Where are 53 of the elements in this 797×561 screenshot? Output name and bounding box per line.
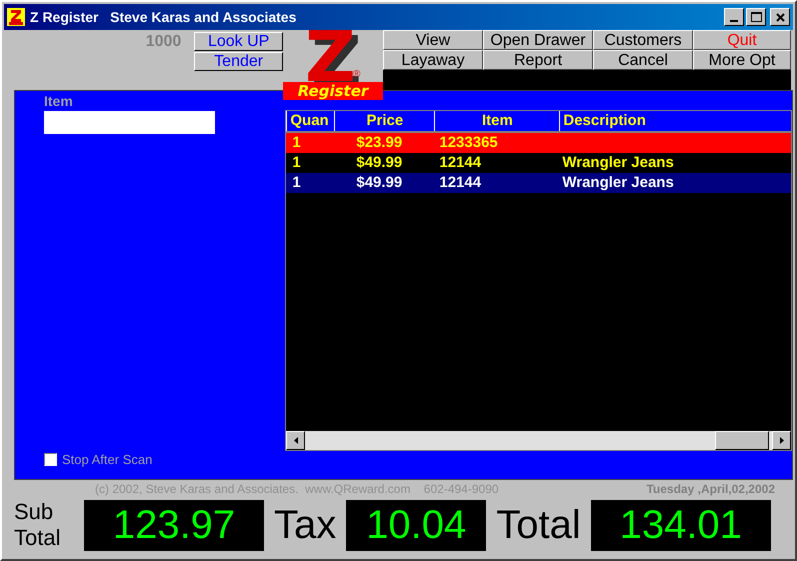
table-cell-text: $23.99 [355, 133, 404, 153]
table-cell-text: $49.99 [355, 173, 404, 193]
item-field[interactable] [44, 111, 215, 134]
table-cell-text: 1 [291, 133, 302, 153]
menu-button[interactable]: Cancel [593, 50, 693, 70]
table-cell-text: $49.99 [355, 153, 404, 173]
date-text: Tuesday ,April,02,2002 [646, 481, 775, 498]
maximize-icon [750, 12, 762, 22]
column-header[interactable]: Quan [286, 111, 334, 131]
menu-button[interactable]: Customers [593, 30, 693, 50]
table-cell-text: 1233365 [438, 133, 499, 153]
close-button[interactable] [770, 8, 790, 26]
scroll-right-button[interactable] [772, 431, 791, 450]
window-title: Z Register Steve Karas and Associates [30, 8, 296, 27]
right-arrow-icon [780, 437, 784, 444]
amount-display: 123.97 [84, 500, 264, 550]
app-icon [7, 8, 25, 26]
menu-button[interactable]: Layaway [383, 50, 483, 70]
horizontal-scrollbar[interactable] [286, 431, 791, 450]
total-label: Sub Total [14, 499, 62, 551]
register-logo: Z® Register [283, 30, 383, 100]
total-label: Total [495, 503, 582, 547]
table-cell-text: 12144 [438, 173, 482, 193]
amount-display: 134.01 [590, 500, 771, 550]
minimize-icon [730, 20, 738, 22]
column-header[interactable]: Item [434, 111, 560, 131]
scroll-left-button[interactable] [286, 431, 306, 450]
menu-button[interactable]: More Opt [693, 50, 791, 70]
minimize-button[interactable] [724, 8, 744, 26]
column-header[interactable]: Description [559, 111, 791, 131]
amount-display: 10.04 [346, 500, 486, 550]
checkbox[interactable] [44, 452, 57, 466]
column-header[interactable]: Price [334, 111, 434, 131]
scroll-thumb[interactable] [715, 431, 769, 450]
item-label: Item [44, 93, 74, 109]
counter-text: 1000 [144, 32, 182, 52]
table-row[interactable]: 1 $49.99 12144 Wrangler Jeans [286, 173, 791, 193]
table-row[interactable]: 1 $23.99 1233365 [286, 133, 791, 153]
table-cell-text: 1 [291, 173, 302, 193]
table-cell-text: 1 [291, 153, 302, 173]
checkbox-label: Stop After Scan [62, 450, 152, 469]
menu-button[interactable]: View [383, 30, 483, 50]
table-cell-text: Wrangler Jeans [561, 173, 675, 193]
menu-button[interactable]: Report [483, 50, 593, 70]
tender-button[interactable]: Tender [194, 52, 283, 71]
left-arrow-icon [294, 437, 298, 444]
maximize-button[interactable] [746, 8, 766, 26]
table-cell-text: Wrangler Jeans [561, 153, 675, 173]
menu-button[interactable]: Open Drawer [483, 30, 593, 50]
close-icon [776, 12, 784, 22]
total-label: Tax [273, 503, 338, 547]
table-cell-text: 12144 [438, 153, 482, 173]
lookup-button[interactable]: Look UP [194, 32, 283, 51]
